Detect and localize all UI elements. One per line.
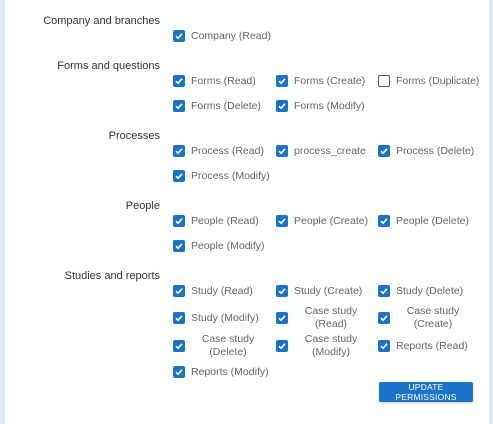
checkmark-icon	[276, 145, 288, 157]
checkmark-icon	[378, 312, 390, 324]
checkbox-label: Case study (Modify)	[304, 333, 358, 358]
checkmark-icon	[276, 215, 288, 227]
checkbox-label: Study (Read)	[191, 284, 253, 297]
checkbox-company-read[interactable]: Company (Read)	[173, 21, 278, 51]
checkmark-icon	[378, 340, 390, 352]
checkbox-people-create[interactable]: People (Create)	[276, 206, 381, 236]
checkbox-label: People (Create)	[294, 214, 369, 227]
checkmark-icon	[173, 215, 185, 227]
checkmark-icon	[173, 312, 185, 324]
permissions-panel: Company and branches Company (Read) Form…	[4, 0, 490, 424]
checkmark-icon	[276, 340, 288, 352]
checkmark-icon	[173, 75, 185, 87]
checkmark-icon	[173, 240, 185, 252]
checkbox-label: Forms (Create)	[294, 74, 366, 87]
checkbox-forms-modify[interactable]: Forms (Modify)	[276, 91, 381, 121]
checkbox-label: Study (Create)	[294, 284, 363, 297]
checkbox-people-delete[interactable]: People (Delete)	[378, 206, 483, 236]
checkbox-label: Process (Read)	[191, 144, 264, 157]
checkbox-reports-modify[interactable]: Reports (Modify)	[173, 357, 278, 387]
checkbox-label: Company (Read)	[191, 29, 271, 42]
checkbox-process-modify[interactable]: Process (Modify)	[173, 161, 278, 191]
checkmark-icon	[173, 170, 185, 182]
checkbox-case-study-modify[interactable]: Case study (Modify)	[276, 331, 381, 361]
checkbox-case-study-read[interactable]: Case study (Read)	[276, 303, 381, 333]
section-title-forms: Forms and questions	[57, 60, 160, 72]
checkmark-icon	[276, 285, 288, 297]
checkmark-icon	[276, 100, 288, 112]
checkbox-label: Reports (Modify)	[191, 365, 269, 378]
checkbox-forms-duplicate[interactable]: Forms (Duplicate)	[378, 66, 483, 96]
checkbox-label: Forms (Read)	[191, 74, 256, 87]
checkmark-icon	[173, 366, 185, 378]
checkbox-label: Forms (Modify)	[294, 99, 365, 112]
checkmark-icon	[173, 340, 185, 352]
update-permissions-button[interactable]: UPDATE PERMISSIONS	[379, 382, 473, 402]
checkbox-case-study-create[interactable]: Case study (Create)	[378, 303, 483, 333]
checkbox-process-delete[interactable]: Process (Delete)	[378, 136, 483, 166]
checkmark-icon	[276, 75, 288, 87]
checkmark-icon	[276, 312, 288, 324]
checkbox-label: process_create	[294, 144, 366, 157]
section-title-company: Company and branches	[43, 15, 160, 27]
checkmark-icon	[173, 285, 185, 297]
checkbox-empty-icon	[378, 75, 390, 87]
checkbox-label: Process (Modify)	[191, 169, 270, 182]
checkbox-study-create[interactable]: Study (Create)	[276, 276, 381, 306]
checkmark-icon	[378, 145, 390, 157]
checkbox-label: People (Read)	[191, 214, 259, 227]
section-title-processes: Processes	[108, 130, 160, 142]
checkbox-process-create[interactable]: process_create	[276, 136, 381, 166]
checkbox-label: Case study (Read)	[304, 305, 358, 330]
section-title-studies: Studies and reports	[64, 270, 160, 282]
checkbox-label: Case study (Delete)	[201, 333, 255, 358]
checkbox-label: Study (Delete)	[396, 284, 464, 297]
section-title-people: People	[125, 200, 160, 212]
checkbox-label: Forms (Duplicate)	[396, 74, 480, 87]
checkbox-label: Reports (Read)	[396, 339, 468, 352]
checkbox-label: Process (Delete)	[396, 144, 475, 157]
checkmark-icon	[378, 285, 390, 297]
checkmark-icon	[173, 100, 185, 112]
checkbox-label: People (Modify)	[191, 239, 265, 252]
checkbox-study-read[interactable]: Study (Read)	[173, 276, 278, 306]
checkbox-study-delete[interactable]: Study (Delete)	[378, 276, 483, 306]
checkbox-people-modify[interactable]: People (Modify)	[173, 231, 278, 261]
checkbox-reports-read[interactable]: Reports (Read)	[378, 331, 483, 361]
checkbox-label: Study (Modify)	[191, 311, 259, 324]
checkbox-forms-delete[interactable]: Forms (Delete)	[173, 91, 278, 121]
checkbox-label: Forms (Delete)	[191, 99, 262, 112]
checkmark-icon	[173, 145, 185, 157]
checkbox-label: People (Delete)	[396, 214, 469, 227]
checkbox-label: Case study (Create)	[406, 305, 460, 330]
checkbox-study-modify[interactable]: Study (Modify)	[173, 303, 278, 333]
checkmark-icon	[173, 30, 185, 42]
checkmark-icon	[378, 215, 390, 227]
